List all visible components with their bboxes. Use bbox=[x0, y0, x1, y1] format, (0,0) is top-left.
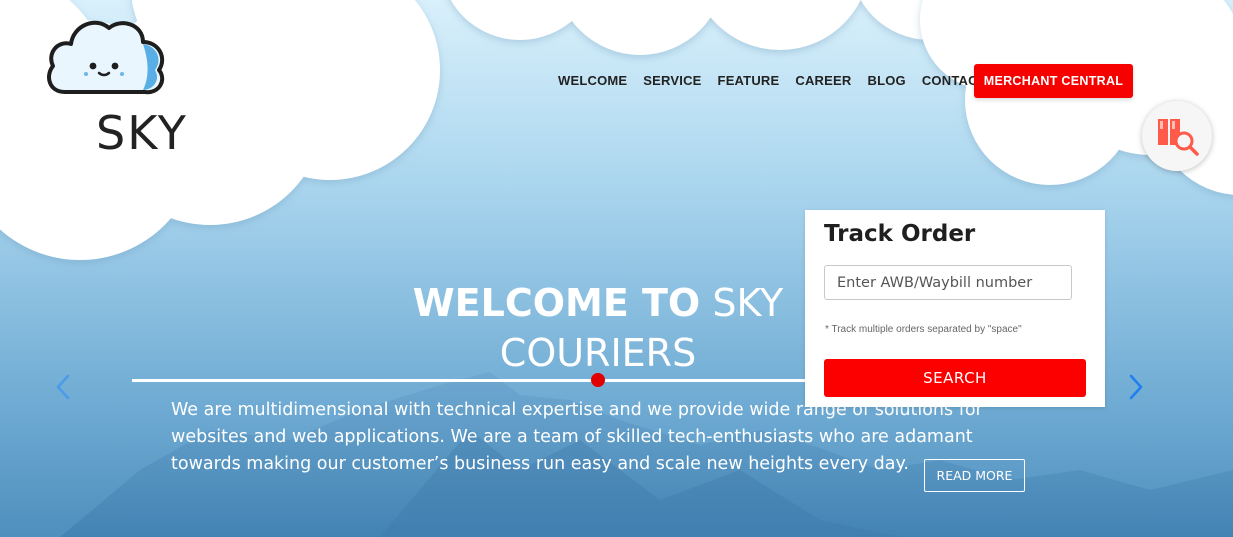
nav-item-feature[interactable]: FEATURE bbox=[710, 72, 788, 90]
hero-description: We are multidimensional with technical e… bbox=[171, 400, 983, 474]
nav-item-blog[interactable]: BLOG bbox=[859, 72, 913, 90]
search-button[interactable]: SEARCH bbox=[824, 359, 1086, 397]
carousel-prev-button[interactable] bbox=[52, 373, 74, 401]
cloud-face-icon bbox=[47, 20, 165, 95]
awb-input[interactable] bbox=[824, 265, 1072, 300]
track-order-card: Track Order * Track multiple orders sepa… bbox=[805, 210, 1105, 407]
hero-divider-dot bbox=[591, 373, 605, 387]
chevron-left-icon bbox=[56, 374, 70, 400]
nav-item-career[interactable]: CAREER bbox=[787, 72, 859, 90]
hero-divider bbox=[132, 379, 872, 382]
brand-name: SKY bbox=[96, 106, 188, 160]
logo[interactable]: SKY bbox=[40, 10, 186, 160]
read-more-button[interactable]: READ MORE bbox=[924, 459, 1025, 492]
nav-item-welcome[interactable]: WELCOME bbox=[550, 72, 635, 90]
hero-title-strong: WELCOME TO bbox=[412, 281, 701, 325]
hero-title: WELCOME TO SKY COURIERS bbox=[380, 278, 816, 378]
track-order-title: Track Order bbox=[824, 221, 976, 247]
main-nav: WELCOME SERVICE FEATURE CAREER BLOG CONT… bbox=[550, 72, 994, 90]
hero-title-light-2: COURIERS bbox=[499, 331, 697, 375]
floating-track-button[interactable] bbox=[1142, 101, 1212, 171]
carousel-next-button[interactable] bbox=[1125, 373, 1147, 401]
merchant-central-button[interactable]: MERCHANT CENTRAL bbox=[974, 64, 1133, 98]
nav-item-service[interactable]: SERVICE bbox=[635, 72, 709, 90]
track-hint: * Track multiple orders separated by "sp… bbox=[825, 324, 1022, 335]
chevron-right-icon bbox=[1129, 374, 1143, 400]
track-shipment-icon bbox=[1158, 119, 1199, 156]
hero-section: SKY WELCOME SERVICE FEATURE CAREER BLOG … bbox=[0, 0, 1233, 537]
hero-title-light-1: SKY bbox=[712, 281, 784, 325]
